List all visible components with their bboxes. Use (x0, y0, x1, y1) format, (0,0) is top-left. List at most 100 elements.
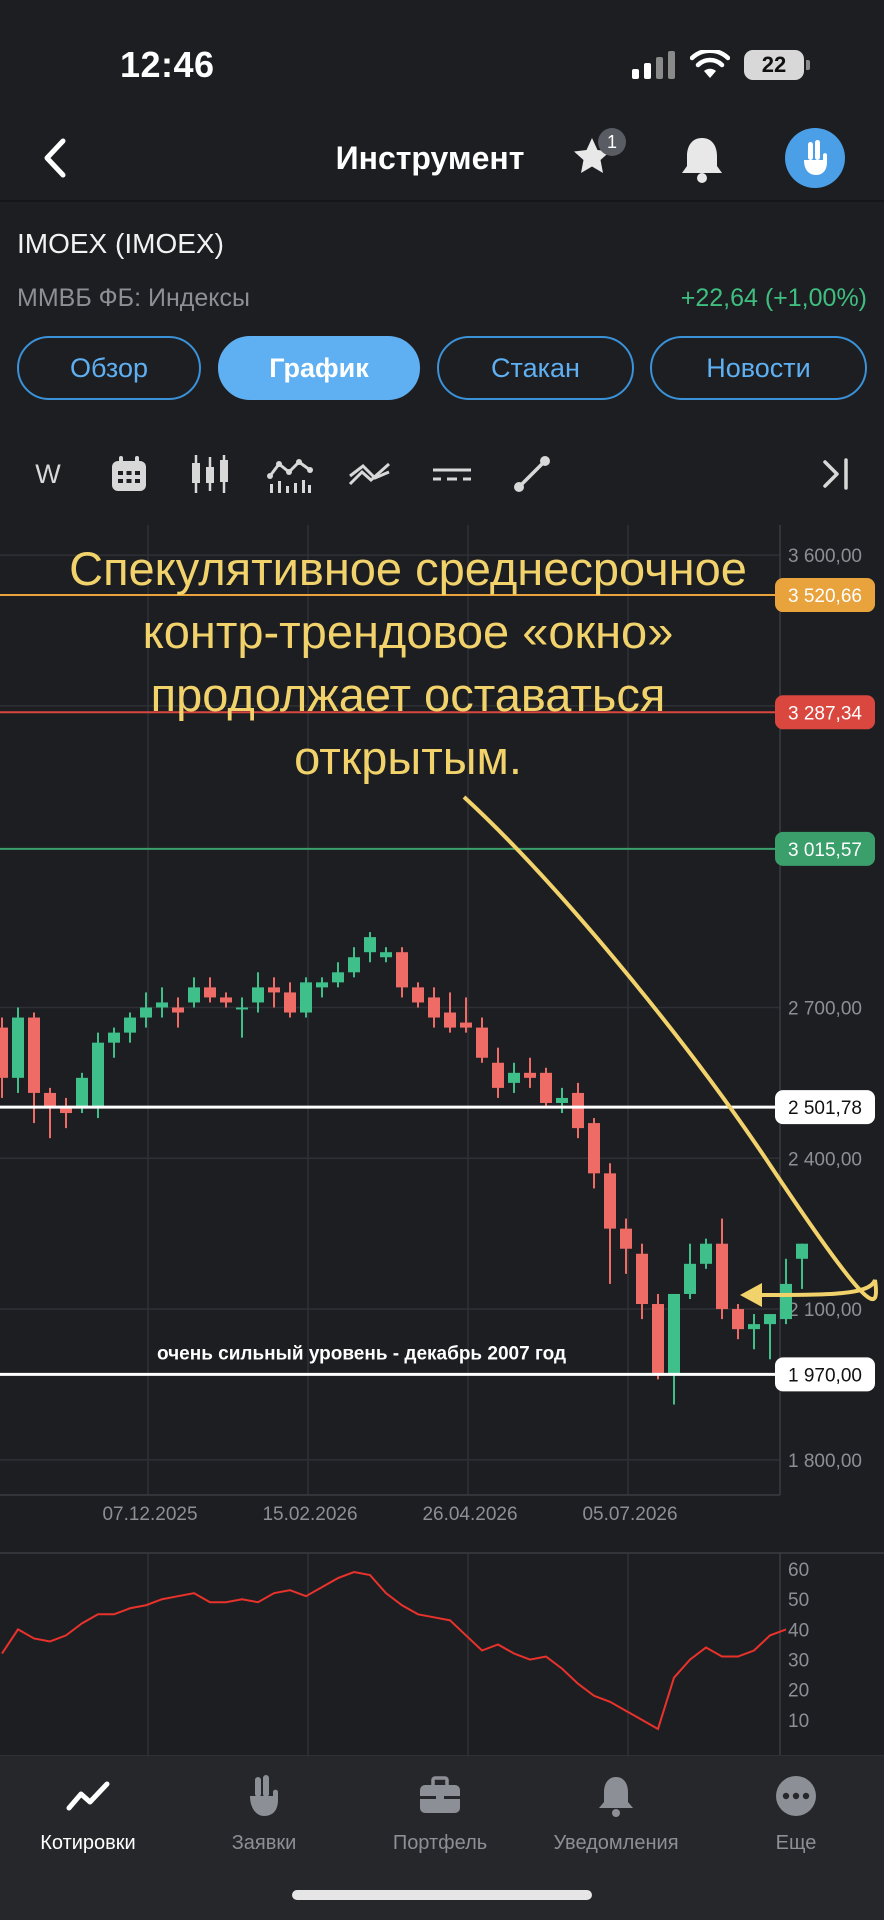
candle-body (716, 1243, 728, 1310)
nav-notifications-label: Уведомления (553, 1832, 679, 1854)
candle-body (252, 987, 264, 1003)
horizontal-line-button[interactable] (428, 450, 476, 498)
oscillator-line (1, 1571, 787, 1731)
candle-body (380, 952, 392, 958)
price-level-label: 3 015,57 (788, 840, 862, 861)
profile-avatar[interactable] (785, 128, 845, 188)
calendar-icon (112, 456, 146, 491)
candle-body (492, 1062, 504, 1088)
y-tick-label: 2 700,00 (788, 998, 862, 1019)
briefcase-icon (420, 1776, 460, 1813)
candle-body (92, 1042, 104, 1109)
instrument-name: IMOEX (IMOEX) (17, 228, 224, 259)
more-icon (776, 1776, 816, 1816)
candle-body (780, 1283, 792, 1320)
candle-body (220, 997, 232, 1003)
indicators-icon (267, 459, 313, 493)
candle-body (332, 972, 344, 983)
price-level-label: 3 520,66 (788, 586, 862, 607)
osc-y-tick-label: 30 (788, 1651, 809, 1672)
candle-body (412, 987, 424, 1003)
jump-to-end-icon (823, 458, 848, 490)
price-chart[interactable]: 07.12.2025 15.02.2026 26.04.2026 05.07.2026… (0, 525, 884, 1755)
candle-body (636, 1253, 648, 1305)
candle-body (28, 1017, 40, 1093)
header-divider (0, 200, 884, 202)
candle-body (108, 1032, 120, 1043)
candle-body (700, 1243, 712, 1264)
candle-body (204, 987, 216, 998)
candle-body (140, 1007, 152, 1018)
candle-body (764, 1314, 776, 1325)
candle-body (60, 1108, 72, 1114)
annotation-text: контр-трендовое «окно» (143, 605, 674, 658)
nav-notifications[interactable]: Уведомления (528, 1774, 704, 1855)
trend-lines-icon (348, 462, 390, 486)
tab-orderbook[interactable]: Стакан (437, 336, 634, 400)
x-tick-label: 15.02.2026 (262, 1504, 357, 1525)
level-annotation: очень сильный уровень - декабрь 2007 год (157, 1343, 566, 1364)
tab-chart[interactable]: График (218, 336, 420, 400)
candle-body (156, 1002, 168, 1008)
y-tick-label: 2 400,00 (788, 1149, 862, 1170)
x-tick-label: 26.04.2026 (422, 1504, 517, 1525)
period-selector[interactable]: W (24, 450, 72, 498)
annotation-arrow (462, 795, 879, 1302)
draw-line-button[interactable] (508, 450, 556, 498)
candle-body (732, 1309, 744, 1330)
osc-y-tick-label: 50 (788, 1590, 809, 1611)
candle-body (572, 1092, 584, 1129)
candle-body (444, 1012, 456, 1028)
calendar-button[interactable] (105, 450, 153, 498)
candle-body (796, 1243, 808, 1259)
tab-overview[interactable]: Обзор (17, 336, 201, 400)
instrument-change: +22,64 (+1,00%) (680, 284, 867, 312)
osc-y-tick-label: 10 (788, 1711, 809, 1732)
favorites-badge: 1 (598, 128, 626, 156)
candles-type-button[interactable] (186, 450, 234, 498)
nav-orders[interactable]: Заявки (176, 1774, 352, 1855)
x-tick-label: 07.12.2025 (102, 1504, 197, 1525)
candle-body (556, 1097, 568, 1103)
candle-body (620, 1228, 632, 1249)
nav-portfolio[interactable]: Портфель (352, 1774, 528, 1855)
scroll-to-end-button[interactable] (812, 450, 860, 498)
instrument-tabs: Обзор График Стакан Новости (17, 336, 867, 400)
candle-body (0, 1027, 8, 1078)
status-bar: 12:46 22 (0, 0, 884, 120)
candle-body (524, 1072, 536, 1078)
home-indicator (292, 1890, 592, 1900)
status-time: 12:46 (120, 44, 215, 85)
tab-news[interactable]: Новости (650, 336, 867, 400)
candlestick-icon (192, 455, 228, 493)
candle-body (316, 982, 328, 988)
compare-button[interactable] (346, 450, 394, 498)
chart-area[interactable]: 07.12.2025 15.02.2026 26.04.2026 05.07.2026… (0, 525, 884, 1755)
y-tick-label: 2 100,00 (788, 1300, 862, 1321)
horizontal-lines-icon (433, 468, 471, 481)
notifications-button[interactable] (676, 132, 728, 188)
battery-indicator: 22 (744, 50, 810, 80)
wifi-icon (690, 50, 730, 78)
candle-body (364, 937, 376, 953)
candle-body (284, 992, 296, 1013)
bell-icon (599, 1777, 633, 1817)
y-tick-label: 1 800,00 (788, 1451, 862, 1472)
nav-quotes[interactable]: Котировки (0, 1774, 176, 1855)
nav-bar: Инструмент (0, 120, 884, 200)
candle-body (124, 1017, 136, 1033)
indicators-button[interactable] (266, 450, 314, 498)
candle-body (428, 997, 440, 1018)
nav-more[interactable]: Еще (708, 1774, 884, 1855)
instrument-exchange: ММВБ ФБ: Индексы (17, 284, 250, 312)
nav-quotes-label: Котировки (40, 1832, 136, 1854)
candle-body (236, 1007, 248, 1010)
candle-body (476, 1027, 488, 1058)
nav-portfolio-label: Портфель (392, 1832, 488, 1854)
trend-icon (66, 1781, 110, 1811)
y-tick-label: 3 600,00 (788, 546, 862, 567)
candle-body (188, 987, 200, 1003)
osc-y-tick-label: 60 (788, 1560, 809, 1581)
candle-body (300, 982, 312, 1013)
price-level-label: 3 287,34 (788, 703, 862, 724)
